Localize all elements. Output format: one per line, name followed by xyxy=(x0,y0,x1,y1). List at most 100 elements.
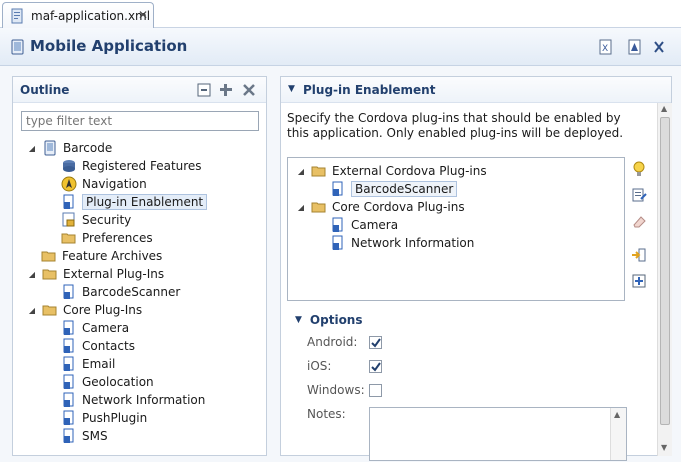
tree-item-label: Network Information xyxy=(82,393,206,407)
tree-item-label: Email xyxy=(82,357,116,371)
source-xml-icon[interactable]: X xyxy=(599,39,613,55)
plugin-icon xyxy=(61,428,77,444)
tree-item-label: Camera xyxy=(82,321,130,335)
plugin-icon xyxy=(61,356,77,372)
collapse-arrow-icon[interactable]: ◢ xyxy=(296,167,306,176)
tree-item-email[interactable]: Email xyxy=(61,355,115,373)
tree-item-label: External Plug-Ins xyxy=(63,267,165,281)
collapse-arrow-icon[interactable]: ▼ xyxy=(295,315,302,325)
ios-checkbox[interactable] xyxy=(369,360,382,373)
tree-item-label: Core Cordova Plug-ins xyxy=(332,200,465,214)
xml-file-icon xyxy=(9,8,25,24)
tree-item-core-plugins[interactable]: ◢ Core Plug-Ins xyxy=(27,301,142,319)
checkmark-icon xyxy=(371,362,381,372)
tree-item-security[interactable]: Security xyxy=(61,211,131,229)
tree-item-geolocation[interactable]: Geolocation xyxy=(61,373,154,391)
tree-item-contacts[interactable]: Contacts xyxy=(61,337,135,355)
plugin-icon xyxy=(61,392,77,408)
tree-item-label: BarcodeScanner xyxy=(82,285,181,299)
tree-item-plugin-enablement[interactable]: Plug-in Enablement xyxy=(61,193,208,211)
eraser-icon[interactable] xyxy=(631,213,647,229)
notes-scrollbar[interactable]: ▲ xyxy=(610,408,626,460)
panel-scrollbar[interactable]: ▲ ▼ xyxy=(657,103,672,456)
tree-item-barcodescanner-plugin[interactable]: BarcodeScanner xyxy=(330,180,458,198)
collapse-arrow-icon[interactable]: ◢ xyxy=(27,270,37,279)
plugin-icon xyxy=(61,338,77,354)
options-title: Options xyxy=(309,313,363,327)
editor-header: Mobile Application X xyxy=(0,28,681,66)
edit-icon[interactable] xyxy=(631,187,647,203)
tree-item-label: Camera xyxy=(351,218,399,232)
tree-item-network-information[interactable]: Network Information xyxy=(61,391,205,409)
tree-item-label: SMS xyxy=(82,429,108,443)
tree-item-external-cordova-plugins[interactable]: ◢ External Cordova Plug-ins xyxy=(296,162,487,180)
tree-item-label: Network Information xyxy=(351,236,475,250)
collapse-all-icon[interactable] xyxy=(197,83,211,100)
tree-item-label: Feature Archives xyxy=(62,249,163,263)
close-icon[interactable]: ✕ xyxy=(138,8,148,22)
expand-all-icon[interactable] xyxy=(631,273,647,289)
svg-text:X: X xyxy=(602,44,608,54)
outline-filter-input[interactable] xyxy=(21,111,259,131)
tree-item-pushplugin[interactable]: PushPlugin xyxy=(61,409,147,427)
tree-item-registered-features[interactable]: Registered Features xyxy=(61,157,202,175)
collapse-arrow-icon[interactable]: ◢ xyxy=(27,306,37,315)
scroll-up-icon[interactable]: ▲ xyxy=(661,104,667,113)
tree-item-core-cordova-plugins[interactable]: ◢ Core Cordova Plug-ins xyxy=(296,198,465,216)
deploy-icon[interactable] xyxy=(628,39,642,55)
plugin-icon xyxy=(330,235,346,251)
tree-item-barcode[interactable]: ◢ Barcode xyxy=(27,139,112,157)
tree-item-network-information-plugin[interactable]: Network Information xyxy=(330,234,474,252)
windows-label: Windows: xyxy=(307,383,365,397)
tree-item-navigation[interactable]: Navigation xyxy=(61,175,147,193)
plugin-tree: ◢ External Cordova Plug-ins BarcodeScann… xyxy=(287,157,625,301)
import-icon[interactable] xyxy=(631,247,647,263)
delete-icon[interactable] xyxy=(242,83,256,100)
tree-item-label: Barcode xyxy=(63,141,113,155)
collapse-arrow-icon[interactable]: ▼ xyxy=(288,84,295,94)
tree-item-sms[interactable]: SMS xyxy=(61,427,108,445)
scrollbar-thumb[interactable] xyxy=(660,117,670,425)
tree-item-label: Registered Features xyxy=(82,159,202,173)
unpin-icon[interactable] xyxy=(652,39,666,55)
tree-item-barcodescanner[interactable]: BarcodeScanner xyxy=(61,283,180,301)
tree-item-label: Geolocation xyxy=(82,375,154,389)
checkmark-icon xyxy=(371,338,381,348)
options-header[interactable]: ▼ Options xyxy=(295,313,363,327)
tree-item-label: Contacts xyxy=(82,339,135,353)
lightbulb-icon[interactable] xyxy=(631,161,647,177)
tree-item-feature-archives[interactable]: Feature Archives xyxy=(41,247,162,265)
plugin-section-title: Plug-in Enablement xyxy=(303,83,436,97)
android-label: Android: xyxy=(307,335,358,349)
scroll-up-icon[interactable]: ▲ xyxy=(614,410,620,419)
page-title: Mobile Application xyxy=(30,37,188,55)
folder-icon xyxy=(42,266,58,282)
plugin-icon xyxy=(61,320,77,336)
folder-icon xyxy=(41,248,57,264)
collapse-arrow-icon[interactable]: ◢ xyxy=(296,203,306,212)
android-checkbox[interactable] xyxy=(369,336,382,349)
folder-icon xyxy=(311,163,327,179)
features-icon xyxy=(61,158,77,174)
plugin-icon xyxy=(61,194,77,210)
tree-item-label: BarcodeScanner xyxy=(351,181,458,197)
tree-item-external-plugins[interactable]: ◢ External Plug-Ins xyxy=(27,265,164,283)
tree-item-label: Preferences xyxy=(82,231,153,245)
tree-item-label: Plug-in Enablement xyxy=(82,194,208,210)
plugin-section-header[interactable]: ▼ Plug-in Enablement xyxy=(281,77,671,103)
scroll-down-icon[interactable]: ▼ xyxy=(661,443,667,452)
windows-checkbox[interactable] xyxy=(369,384,382,397)
editor-tab[interactable]: maf-application.xml ✕ xyxy=(2,2,154,28)
notes-textarea[interactable]: ▲ xyxy=(369,407,627,461)
tree-item-preferences[interactable]: Preferences xyxy=(61,229,153,247)
plugin-icon xyxy=(61,410,77,426)
plugin-enablement-panel: ▼ Plug-in Enablement Specify the Cordova… xyxy=(280,76,672,461)
tree-item-label: PushPlugin xyxy=(82,411,148,425)
tree-item-camera[interactable]: Camera xyxy=(61,319,129,337)
tree-item-label: Security xyxy=(82,213,132,227)
tree-item-camera-plugin[interactable]: Camera xyxy=(330,216,398,234)
folder-icon xyxy=(42,302,58,318)
add-icon[interactable] xyxy=(219,83,233,100)
plugin-icon xyxy=(61,374,77,390)
collapse-arrow-icon[interactable]: ◢ xyxy=(27,144,37,153)
